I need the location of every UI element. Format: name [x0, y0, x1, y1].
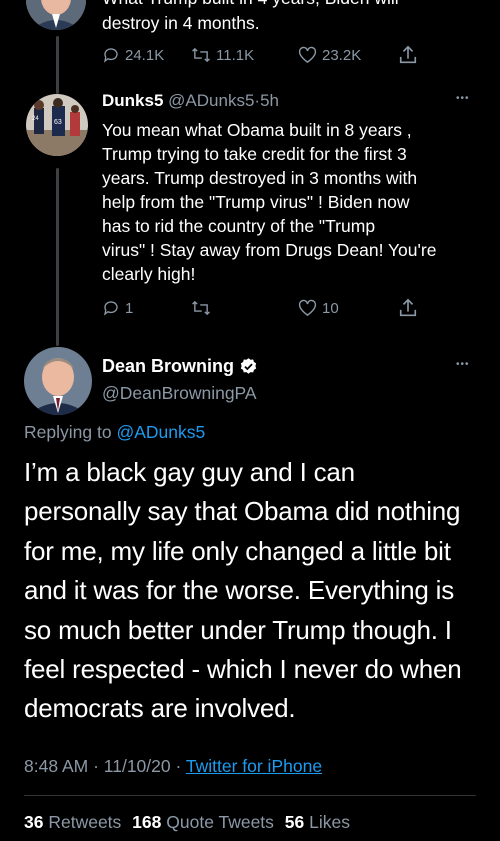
retweet-icon [192, 300, 210, 316]
prev-like-count: 23.2K [322, 46, 362, 64]
dean-display-name[interactable]: Dean Browning [102, 356, 234, 377]
quote-tweets-label: Quote Tweets [166, 812, 274, 832]
dean-handle[interactable]: @DeanBrowningPA [102, 383, 257, 404]
text-line: years. Trump destroyed in 3 months with [102, 168, 418, 188]
likes-stat[interactable]: 56 Likes [285, 812, 350, 832]
prev-reply-button[interactable]: 24.1K [102, 46, 164, 64]
dunks5-like-button[interactable]: 10 [298, 299, 339, 317]
prev-tweet-text-cut: What Trump built in 4 years, Biden will [102, 0, 399, 10]
text-line: for me, my life only changed a little bi… [24, 535, 451, 566]
dunks5-handle[interactable]: @ADunks5 [168, 91, 254, 110]
dunks5-time[interactable]: 5h [260, 91, 279, 110]
prev-retweet-count: 11.1K [216, 46, 255, 64]
retweets-stat[interactable]: 36 Retweets [24, 812, 126, 832]
prev-like-button[interactable]: 23.2K [298, 46, 361, 64]
text-line: clearly high! [102, 264, 196, 284]
dunks5-header: Dunks5 @ADunks5·5h [102, 91, 279, 111]
likes-label: Likes [309, 812, 350, 832]
thread-line-middle [56, 72, 59, 94]
person-photo-icon [24, 347, 92, 415]
text-line: has to rid the country of the "Trump [102, 216, 376, 236]
dunks5-retweet-button[interactable] [191, 299, 216, 317]
verified-badge-icon [240, 358, 257, 374]
dunks5-like-count: 10 [322, 299, 339, 317]
text-line: democrats are involved. [24, 693, 296, 724]
person-photo-icon [26, 0, 86, 30]
more-icon: ••• [456, 359, 470, 370]
basketball-photo-icon: 63 24 [26, 94, 88, 156]
more-icon: ••• [456, 93, 470, 104]
text-line: so much better under Trump though. I [24, 614, 452, 645]
replying-to-line: Replying to @ADunks5 [24, 422, 205, 443]
dunks5-avatar[interactable]: 63 24 [26, 94, 88, 156]
dunks5-reply-button[interactable]: 1 [102, 299, 133, 317]
text-line: help from the "Trump virus" ! Biden now [102, 192, 410, 212]
text-line: personally say that Obama did nothing [24, 496, 461, 527]
meta-dot: · [175, 756, 182, 776]
dean-name-row: Dean Browning [102, 356, 258, 377]
prev-share-button[interactable] [398, 44, 418, 66]
dean-browning-avatar[interactable] [24, 347, 92, 415]
text-line: Trump trying to take credit for the firs… [102, 144, 407, 164]
dunks5-more-button[interactable]: ••• [456, 93, 470, 104]
stats-divider [24, 795, 476, 796]
share-icon [399, 45, 417, 64]
meta-dot: · [93, 756, 99, 776]
tweet-source-link[interactable]: Twitter for iPhone [186, 756, 322, 776]
tweet-time: 8:48 AM [24, 756, 89, 776]
share-icon [399, 298, 417, 317]
retweets-label: Retweets [48, 812, 122, 832]
dunks5-tweet-text: You mean what Obama built in 8 years , T… [102, 118, 436, 286]
thread-line-lower [56, 168, 59, 346]
dean-tweet-text: I’m a black gay guy and I can personally… [24, 453, 462, 729]
retweet-icon [192, 47, 210, 63]
dunks5-reply-count: 1 [125, 299, 134, 317]
heart-icon [298, 46, 317, 64]
dean-more-button[interactable]: ••• [456, 359, 470, 370]
prev-tweet-text: destroy in 4 months. [102, 13, 260, 33]
prev-reply-count: 24.1K [125, 46, 165, 64]
heart-icon [298, 299, 317, 317]
replying-to-prefix: Replying to [24, 422, 112, 442]
text-line: feel respected - which I never do when [24, 654, 462, 685]
tweet-date: 11/10/20 [103, 756, 171, 776]
svg-text:24: 24 [32, 116, 39, 122]
likes-count: 56 [284, 812, 305, 832]
dunks5-display-name[interactable]: Dunks5 [102, 91, 163, 110]
quote-tweets-stat[interactable]: 168 Quote Tweets [132, 812, 279, 832]
tweet-stats-row: 36 Retweets 168 Quote Tweets 56 Likes [24, 812, 350, 833]
text-line: virus" ! Stay away from Drugs Dean! You'… [102, 240, 437, 260]
replying-to-handle-link[interactable]: @ADunks5 [116, 422, 205, 442]
svg-text:63: 63 [54, 119, 62, 126]
retweets-count: 36 [24, 812, 44, 832]
dunks5-share-button[interactable] [398, 297, 418, 319]
text-line: and it was for the worse. Everything is [24, 575, 455, 606]
text-line: I’m a black gay guy and I can [24, 457, 355, 487]
prev-tweet-avatar[interactable] [26, 0, 86, 30]
text-line: You mean what Obama built in 8 years , [102, 120, 412, 140]
quote-tweets-count: 168 [132, 812, 162, 832]
reply-icon [103, 48, 118, 63]
tweet-meta-line: 8:48 AM · 11/10/20 · Twitter for iPhone [24, 756, 322, 777]
prev-retweet-button[interactable]: 11.1K [191, 46, 254, 64]
reply-icon [103, 301, 118, 316]
